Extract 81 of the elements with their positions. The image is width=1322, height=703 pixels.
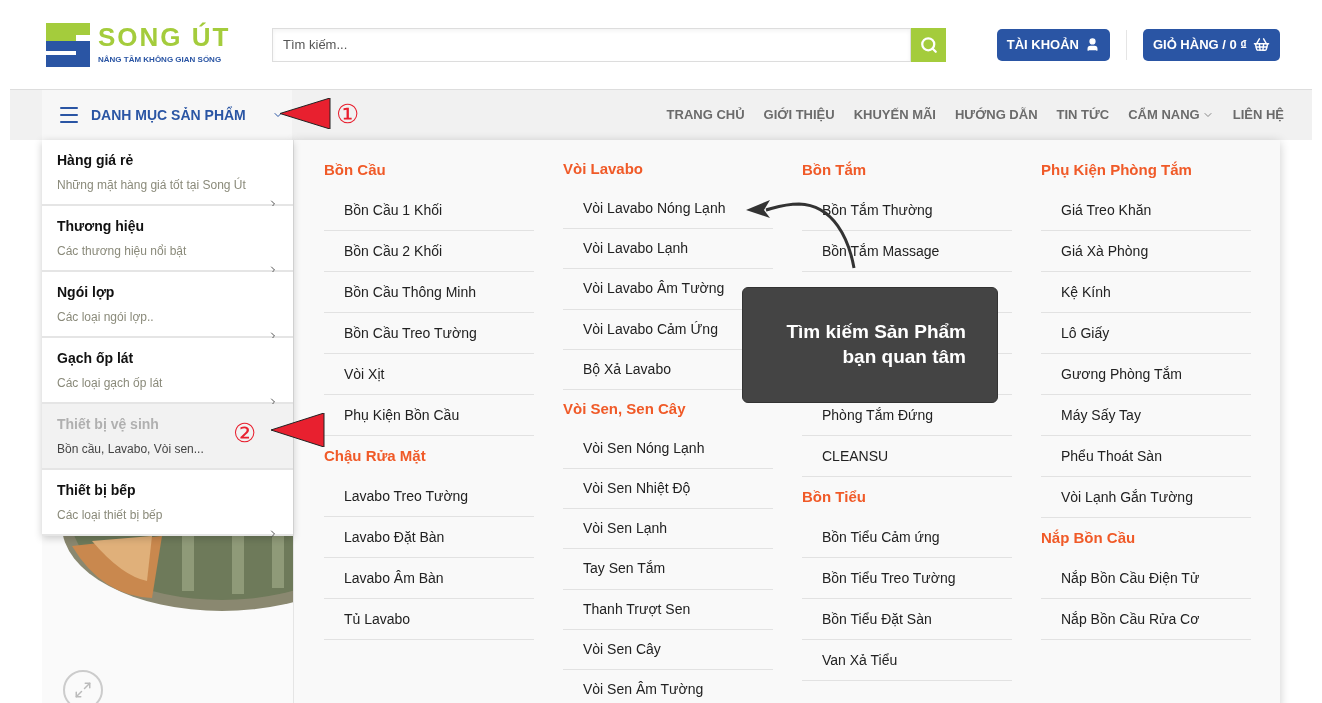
category-link[interactable]: Bồn Cầu Treo Tường (324, 322, 477, 344)
search-icon (919, 35, 938, 54)
pointer-arrow (280, 98, 331, 129)
category-link[interactable]: Bồn Cầu 2 Khối (324, 240, 443, 262)
category-link[interactable]: Bồn Tiểu Cảm ứng (802, 526, 940, 548)
search-field[interactable]: Tìm kiếm... (272, 27, 911, 62)
category-link[interactable]: Máy Sấy Tay (1041, 404, 1141, 426)
search-button[interactable] (911, 27, 946, 62)
logo-icon (46, 22, 90, 67)
category-link[interactable]: Phụ Kiện Bồn Cầu (324, 404, 460, 426)
category-link[interactable]: Lavabo Âm Bàn (324, 567, 444, 589)
sidebar-item-title: Thương hiệu (57, 217, 144, 236)
category-link[interactable]: CLEANSU (802, 445, 889, 467)
sidebar-item-subtitle: Bồn cầu, Lavabo, Vòi sen... (57, 441, 205, 458)
nav-link[interactable]: KHUYẾN MÃI (853, 105, 936, 125)
sidebar-item-subtitle: Các loại gạch ốp lát (57, 375, 164, 392)
cart-button[interactable]: GIỎ HÀNG / 0 ₫ (1142, 28, 1280, 61)
category-link[interactable]: Kệ Kính (1041, 281, 1111, 303)
category-link[interactable]: Phểu Thoát Sàn (1041, 445, 1162, 467)
sidebar-item[interactable]: Thương hiệu Các thương hiệu nổi bật (42, 206, 293, 272)
category-link[interactable]: Phòng Tắm Đứng (802, 404, 934, 426)
step-marker: ① (336, 99, 359, 129)
sidebar-item[interactable]: Ngói lợp Các loại ngói lợp.. (42, 272, 293, 338)
category-link[interactable]: Thanh Trượt Sen (563, 598, 691, 620)
category-link[interactable]: Bồn Tiểu Đặt Sàn (802, 608, 932, 630)
sidebar-item-subtitle: Các thương hiệu nổi bật (57, 243, 188, 260)
category-link[interactable]: Bồn Cầu Thông Minh (324, 281, 477, 303)
sidebar-item-title: Hàng giá rẻ (57, 151, 134, 170)
sidebar-item[interactable]: Thiết bị bếp Các loại thiết bị bếp (42, 470, 293, 536)
sidebar-item-subtitle: Các loại ngói lợp.. (57, 309, 155, 326)
logo-wordmark: SONG ÚT (98, 23, 231, 50)
logo-tagline: NÂNG TẦM KHÔNG GIAN SỐNG (98, 53, 223, 66)
category-link[interactable]: Bồn Cầu 1 Khối (324, 199, 443, 221)
nav-link[interactable]: CẨM NANG (1128, 105, 1200, 125)
category-link[interactable]: Bồn Tiểu Treo Tường (802, 567, 956, 589)
sidebar-item-subtitle: Các loại thiết bị bếp (57, 507, 164, 524)
user-icon (1084, 37, 1100, 52)
category-link[interactable]: Vòi Sen Cây (563, 638, 661, 660)
sidebar-item-subtitle: Những mặt hàng giá tốt tại Song Út (57, 176, 247, 194)
category-link[interactable]: Gương Phòng Tắm (1041, 363, 1183, 385)
nav-link[interactable]: HƯỚNG DẪN (955, 105, 1038, 125)
category-link[interactable]: Nắp Bồn Cầu Rửa Cơ (1041, 608, 1200, 630)
sidebar-item-title: Ngói lợp (57, 283, 115, 302)
category-link[interactable]: Lô Giấy (1041, 322, 1110, 344)
category-link[interactable]: Vòi Lavabo Cảm Ứng (563, 318, 718, 340)
tooltip-text: bạn quan tâm (842, 345, 966, 369)
nav-link[interactable]: TIN TỨC (1056, 105, 1110, 125)
sidebar-item[interactable]: Hàng giá rẻ Những mặt hàng giá tốt tại Song Út (42, 140, 293, 206)
category-link[interactable]: Vòi Sen Lạnh (563, 518, 668, 540)
zoom-button[interactable] (63, 670, 103, 703)
nav-link[interactable]: TRANG CHỦ (666, 105, 745, 125)
step-marker: ② (233, 418, 256, 448)
category-link[interactable]: Vòi Sen Nhiệt Độ (563, 478, 691, 500)
sidebar-item-title: Thiết bị vệ sinh (57, 415, 159, 434)
category-link[interactable]: Lavabo Treo Tường (324, 485, 469, 507)
nav-link[interactable]: GIỚI THIỆU (763, 105, 835, 125)
category-link[interactable]: Bồn Tắm Massage (802, 240, 940, 262)
category-link[interactable]: Bộ Xả Lavabo (563, 358, 671, 380)
sidebar-item[interactable]: Gạch ốp lát Các loại gạch ốp lát (42, 338, 293, 404)
sidebar-item-title: Thiết bị bếp (57, 481, 136, 500)
category-link[interactable]: Lavabo Đặt Bàn (324, 526, 445, 548)
category-link[interactable]: Vòi Lavabo Lạnh (563, 238, 689, 260)
category-link[interactable]: Van Xả Tiểu (802, 649, 898, 671)
basket-icon (1253, 36, 1270, 53)
category-link[interactable]: Vòi Lavabo Âm Tường (563, 278, 725, 300)
expand-icon (74, 681, 92, 699)
category-link[interactable]: Vòi Sen Nóng Lạnh (563, 438, 705, 460)
category-link[interactable]: Vòi Xịt (324, 363, 385, 385)
category-link[interactable]: Vòi Lavabo Nóng Lạnh (563, 198, 726, 220)
nav-link[interactable]: LIÊN HỆ (1232, 105, 1284, 125)
category-link[interactable]: Giá Xà Phòng (1041, 240, 1149, 262)
category-link[interactable]: Vòi Lạnh Gắn Tường (1041, 486, 1193, 508)
category-link[interactable]: Nắp Bồn Cầu Điện Tử (1041, 567, 1200, 589)
category-link[interactable]: Giá Treo Khăn (1041, 199, 1152, 221)
category-link[interactable]: Tủ Lavabo (324, 608, 411, 630)
account-button[interactable]: TÀI KHOẢN (996, 28, 1110, 61)
tooltip-text: Tìm kiếm Sản Phẩm (786, 320, 966, 344)
sidebar-item-title: Gạch ốp lát (57, 349, 134, 368)
pointer-arrow (271, 413, 325, 447)
category-link[interactable]: Vòi Sen Âm Tường (563, 678, 704, 700)
category-link[interactable]: Tay Sen Tắm (563, 558, 666, 580)
